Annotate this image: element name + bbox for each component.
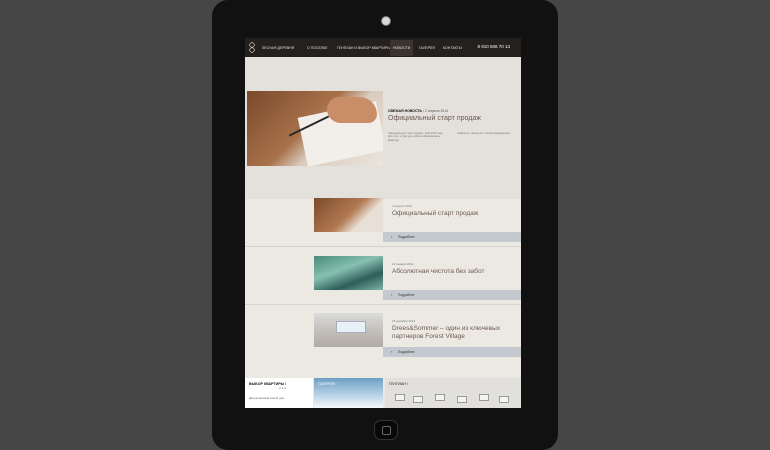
arrow-icon: › (391, 234, 393, 239)
news-thumbnail[interactable] (314, 198, 383, 232)
featured-label-text: СВЕЖАЯ НОВОСТЬ (388, 109, 423, 113)
plan-marker (413, 396, 423, 403)
nav-genplan[interactable]: ГЕНПЛАН И ВЫБОР КВАРТИРЫ (337, 46, 390, 50)
slider-dots[interactable]: ● ● ● (279, 386, 286, 390)
plan-marker (457, 396, 467, 403)
nav-contacts[interactable]: КОНТАКТЫ (443, 46, 462, 50)
news-date: 15 декабря 2013 (392, 319, 416, 323)
nav-news[interactable]: НОВОСТИ (390, 39, 414, 56)
news-item: 22 января 2014 Абсолютная чистота без за… (314, 256, 521, 314)
news-thumbnail[interactable] (314, 256, 383, 290)
gallery-block[interactable]: ГАЛЕРЕЯ / (314, 378, 383, 408)
arrow-icon: › (391, 349, 393, 354)
news-item: 15 декабря 2013 Drees&Sommer – один из к… (314, 313, 521, 371)
gallery-heading: ГАЛЕРЕЯ / (318, 382, 337, 386)
brand-name[interactable]: ЛЕСНАЯ ДЕРЕВНЯ (262, 46, 294, 50)
more-link[interactable]: Подробнее (398, 293, 415, 297)
choose-apartment-block[interactable]: ВЫБОР КВАРТИРЫ / ● ● ● Двухуровневый жил… (245, 378, 313, 408)
genplan-heading: ГЕНПЛАН / (389, 382, 408, 386)
top-nav: ЛЕСНАЯ ДЕРЕВНЯ О ПОСЕЛКЕ ГЕНПЛАН И ВЫБОР… (245, 38, 521, 57)
plan-marker (479, 394, 489, 401)
featured-title[interactable]: Официальный старт продаж (388, 115, 481, 122)
divider (245, 246, 521, 247)
phone-number[interactable]: 8 910 506 70 13 (477, 44, 510, 49)
nav-gallery[interactable]: ГАЛЕРЕЯ (419, 46, 435, 50)
web-page: ЛЕСНАЯ ДЕРЕВНЯ О ПОСЕЛКЕ ГЕНПЛАН И ВЫБОР… (245, 38, 521, 408)
nav-about[interactable]: О ПОСЕЛКЕ (307, 46, 327, 50)
logo-icon[interactable] (249, 42, 255, 53)
news-thumbnail[interactable] (314, 313, 383, 347)
choose-apartment-sub: Двухуровневый жилой дом (249, 396, 285, 400)
news-title[interactable]: Drees&Sommer – один из ключевых партнеро… (392, 325, 512, 341)
genplan-block[interactable]: ГЕНПЛАН / (385, 378, 521, 408)
plan-marker (499, 396, 509, 403)
news-title[interactable]: Абсолютная чистота без забот (392, 268, 512, 276)
more-link[interactable]: Подробнее (398, 350, 415, 354)
plan-marker (435, 394, 445, 401)
camera-icon (381, 16, 391, 26)
news-item: 4 апреля 2014 Официальный старт продаж ›… (314, 198, 521, 256)
featured-label: СВЕЖАЯ НОВОСТЬ / 2 апреля 2014 (388, 109, 448, 113)
divider (245, 304, 521, 305)
plan-marker (395, 394, 405, 401)
news-title[interactable]: Официальный старт продаж (392, 210, 512, 218)
featured-image[interactable] (247, 91, 383, 166)
news-date: 4 апреля 2014 (392, 204, 412, 208)
home-button[interactable] (374, 420, 398, 440)
more-link[interactable]: Подробнее (398, 235, 415, 239)
tablet-frame: ЛЕСНАЯ ДЕРЕВНЯ О ПОСЕЛКЕ ГЕНПЛАН И ВЫБОР… (212, 0, 558, 450)
featured-news: СВЕЖАЯ НОВОСТЬ / 2 апреля 2014 Официальн… (245, 57, 521, 199)
news-date: 22 января 2014 (392, 262, 414, 266)
arrow-icon: › (391, 292, 393, 297)
featured-date: / 2 апреля 2014 (423, 109, 449, 113)
featured-text-2: позвоните, связаться с нашим менеджером. (457, 132, 511, 135)
featured-text: Официальный старт продаж – май 2014 года… (388, 132, 444, 142)
